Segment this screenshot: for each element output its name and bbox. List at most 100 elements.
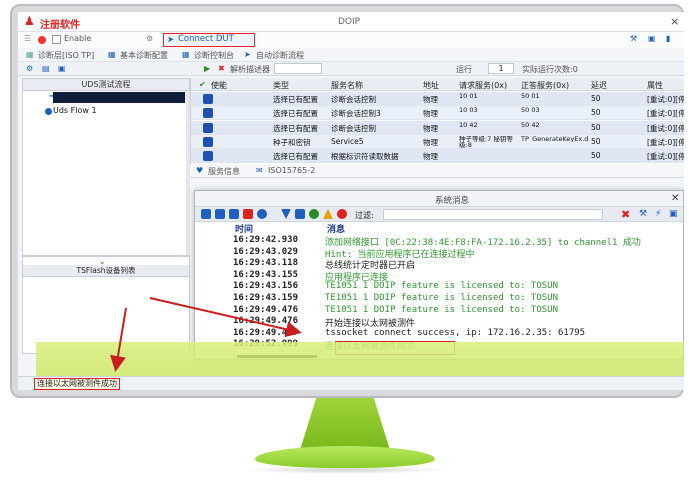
table-cell: [重试:0][停止] (647, 95, 684, 104)
table-row[interactable]: 选择已有配置 根据标识符读取数据 物理 50 [重试:0][停止] (191, 149, 684, 164)
log-row[interactable]: 16:29:49.476 开始连接以太网被测件 (195, 316, 683, 329)
log-time: 16:29:43.159 (233, 293, 299, 303)
service-table: ✔ 使能 类型 服务名称 地址 请求服务(0x) 正答服务(0x) 延迟 属性 … (190, 78, 684, 164)
tab-iso15765[interactable]: ISO15765-2 (268, 166, 315, 175)
flow-icon (45, 108, 52, 115)
run-icon[interactable]: ▶ (204, 64, 210, 73)
log-row[interactable]: 16:29:49.477 tssocket connect success, ip… (195, 328, 683, 340)
flow-item[interactable]: Uds Flow 1 (53, 106, 97, 115)
status-text: 连接以太网被测件成功 (34, 378, 120, 390)
pin-icon[interactable]: ⚡ (655, 209, 661, 219)
connect-dut-button[interactable]: ➤ Connect DUT (163, 33, 255, 47)
log-row[interactable]: 16:29:49.476 TE1051 1 DOIP feature is lic… (195, 305, 683, 317)
table-row[interactable]: 选择已有配置 诊断会话控制 物理 10 01 50 01 50 [重试:0][停止] (191, 92, 684, 106)
save-icon[interactable]: ▣ (58, 64, 66, 73)
enable-checkbox[interactable] (203, 94, 213, 104)
table-cell: 物理 (423, 152, 438, 162)
enable-checkbox[interactable] (203, 136, 213, 147)
table-cell: 50 (591, 136, 601, 146)
window-layout-icon[interactable]: ▣ (648, 34, 656, 43)
table-cell: 物理 (423, 109, 438, 119)
service-tabs: ♥ 服务信息 ✉ ISO15765-2 (190, 164, 684, 178)
log-message: TE1051 1 DOIP feature is licensed to: TO… (325, 293, 558, 303)
log-row[interactable]: 16:29:43.156 TE1051 1 DOIP feature is lic… (195, 281, 683, 293)
log-row[interactable]: 16:29:43.159 TE1051 1 DOIP feature is lic… (195, 293, 683, 305)
col-enable[interactable]: 使能 (211, 80, 227, 91)
table-cell: 10 42 (459, 121, 478, 128)
message-window-titlebar: 系统消息 ✕ (195, 191, 683, 207)
window-title: DOIP (338, 17, 361, 27)
table-cell: 50 (591, 94, 601, 103)
layer-icon: ▦ (26, 50, 34, 59)
table-cell: 种子等级:7 秘钥等级:8 (459, 135, 513, 148)
save-icon[interactable] (215, 209, 225, 219)
window-icon[interactable]: ▣ (669, 209, 678, 219)
log-message: TE1051 1 DOIP feature is licensed to: TO… (325, 281, 558, 292)
link-icon[interactable]: ⚙ (146, 34, 153, 43)
log-row[interactable]: 16:29:43.029 Hint: 当前应用程序已在连接过程中 (195, 247, 683, 260)
message-window-close-button[interactable]: ✕ (671, 193, 679, 204)
gear-icon[interactable] (257, 209, 267, 219)
menu-icon[interactable]: ☰ (24, 34, 31, 43)
filter-input[interactable] (383, 209, 603, 220)
col-time: 时间 (235, 225, 254, 235)
monitor-stand-base (255, 446, 435, 468)
enable-checkbox[interactable] (203, 108, 213, 119)
filter-icon[interactable] (281, 209, 291, 219)
toolbar-main: ☰ Enable ⚙ ➤ Connect DUT ⚒ ▣ ▮ (18, 32, 684, 48)
toolbar-diag-console[interactable]: 诊断控制台 (194, 50, 234, 61)
log-row[interactable]: 16:29:42.930 添加网络接口 [0C:22:38:4E:F8:FA-17… (195, 235, 683, 248)
table-row[interactable]: 选择已有配置 诊断会话控制 物理 10 42 50 42 50 [重试:0][停止] (191, 120, 684, 135)
col-type[interactable]: 类型 (273, 80, 289, 91)
clear-filter-icon[interactable]: ✖ (621, 208, 630, 221)
col-address[interactable]: 地址 (423, 80, 439, 91)
enable-checkbox[interactable] (203, 151, 213, 162)
wrench-icon[interactable]: ⚒ (639, 209, 647, 219)
table-cell: Service5 (331, 136, 364, 146)
table-cell: 物理 (423, 123, 438, 133)
warning-icon[interactable] (323, 209, 333, 219)
settings-icon[interactable]: ⚙ (26, 64, 33, 73)
flow-selected-row[interactable] (53, 92, 185, 103)
log-row[interactable]: 16:29:43.155 应用程序已连接 (195, 270, 683, 283)
col-delay[interactable]: 延迟 (591, 80, 607, 91)
enable-checkbox[interactable] (52, 35, 61, 44)
stop-icon[interactable]: ✖ (218, 64, 225, 73)
record-icon[interactable] (38, 36, 46, 44)
log-row[interactable]: 16:29:43.118 总线统计定时器已开启 (195, 258, 683, 271)
user-icon[interactable]: ♟ (24, 15, 36, 28)
table-cell: 50 03 (521, 107, 540, 114)
toolbar-auto-flow[interactable]: 自动诊断流程 (256, 50, 304, 61)
mail-icon[interactable] (229, 209, 239, 219)
decoder-input[interactable] (274, 63, 322, 74)
system-message-window: 系统消息 ✕ 过滤: ✖ ⚒ ⚡ ▣ 时间 消息 16:29:42.930 添加网… (194, 190, 684, 360)
table-row[interactable]: 选择已有配置 诊断会话控制3 物理 10 03 50 03 50 [重试:0][停止] (191, 106, 684, 121)
table-cell: 50 (591, 151, 601, 161)
toolbar-basic-config[interactable]: 基本诊断配置 (120, 50, 168, 61)
col-message: 消息 (327, 225, 346, 235)
delete-icon[interactable] (243, 209, 253, 219)
tab-service-info[interactable]: 服务信息 (208, 166, 240, 177)
list-icon[interactable] (201, 209, 211, 219)
error-icon[interactable] (337, 209, 347, 219)
pin-icon[interactable]: ▮ (666, 34, 670, 43)
col-attribute[interactable]: 属性 (647, 80, 663, 91)
monitor-stand-neck (300, 398, 390, 450)
col-service-name[interactable]: 服务名称 (331, 80, 363, 91)
toolbar-run: ⚙ ▤ ▣ ▶ ✖ 解析描述器 运行 1 实际运行次数:0 (18, 62, 684, 76)
loop-count-stepper[interactable]: 1 (488, 63, 514, 74)
col-request[interactable]: 请求服务(0x) (459, 80, 507, 91)
table-cell: 选择已有配置 (273, 95, 318, 104)
table-cell: [重试:0][停止] (647, 152, 684, 162)
window-close-button[interactable]: × (670, 15, 679, 28)
info-icon[interactable] (309, 209, 319, 219)
register-software-link[interactable]: 注册软件 (40, 16, 80, 31)
enable-checkbox[interactable] (203, 122, 213, 133)
toolbar-isotp[interactable]: 诊断层[ISO TP] (38, 50, 94, 61)
wrench-icon[interactable]: ⚒ (630, 34, 637, 43)
comment-icon[interactable] (295, 209, 305, 219)
table-row[interactable]: 种子和密钥 Service5 物理 种子等级:7 秘钥等级:8 TP_GenerateK… (191, 134, 684, 149)
col-response[interactable]: 正答服务(0x) (521, 80, 569, 91)
flow-icon: ➤ (244, 50, 251, 59)
copy-icon[interactable]: ▤ (42, 64, 50, 73)
